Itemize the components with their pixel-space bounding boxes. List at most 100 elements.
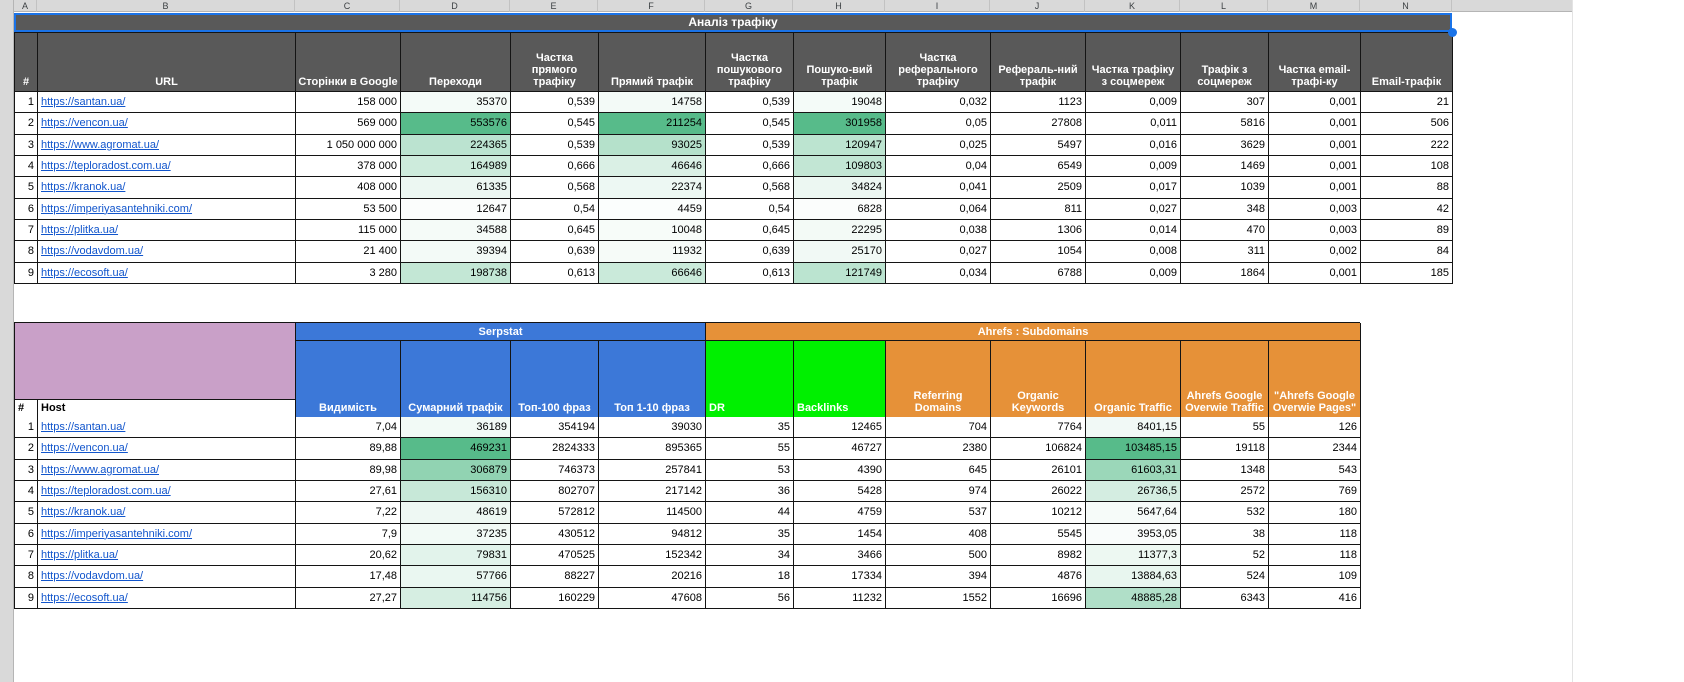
data-cell[interactable]: 160229: [511, 587, 599, 610]
data-cell[interactable]: 48885,28: [1086, 587, 1181, 610]
data-cell[interactable]: 27,27: [296, 587, 401, 610]
row-number-cell[interactable]: 9: [15, 587, 38, 610]
data-cell[interactable]: 0,027: [1086, 198, 1181, 221]
data-cell[interactable]: 1306: [991, 220, 1086, 242]
data-cell[interactable]: 19118: [1181, 438, 1269, 460]
data-cell[interactable]: 211254: [599, 113, 706, 135]
data-cell[interactable]: 37235: [401, 523, 511, 546]
data-cell[interactable]: 5647,64: [1086, 502, 1181, 524]
data-cell[interactable]: 18: [706, 566, 794, 588]
column-header[interactable]: Email-трафік: [1361, 33, 1453, 92]
data-cell[interactable]: 2344: [1269, 438, 1361, 460]
url-link[interactable]: https://kranok.ua/: [41, 181, 125, 193]
data-cell[interactable]: 39030: [599, 417, 706, 439]
data-cell[interactable]: 22374: [599, 177, 706, 199]
data-cell[interactable]: 3 280: [296, 262, 401, 285]
column-header[interactable]: Частка пошукового трафіку: [706, 33, 794, 92]
data-cell[interactable]: 2572: [1181, 481, 1269, 503]
data-cell[interactable]: 0,568: [706, 177, 794, 199]
data-cell[interactable]: 10048: [599, 220, 706, 242]
data-cell[interactable]: 378 000: [296, 156, 401, 178]
column-header[interactable]: Сумарний трафік: [401, 341, 511, 418]
data-cell[interactable]: 0,001: [1269, 92, 1361, 114]
data-cell[interactable]: 311: [1181, 241, 1269, 263]
row-number-cell[interactable]: 2: [15, 113, 38, 135]
data-cell[interactable]: 12465: [794, 417, 886, 439]
column-header[interactable]: Топ 1-10 фраз: [599, 341, 706, 418]
data-cell[interactable]: 0,05: [886, 113, 991, 135]
data-cell[interactable]: 57766: [401, 566, 511, 588]
data-cell[interactable]: 4390: [794, 459, 886, 482]
column-header[interactable]: Частка реферального трафіку: [886, 33, 991, 92]
data-cell[interactable]: 0,001: [1269, 262, 1361, 285]
data-cell[interactable]: 416: [1269, 587, 1361, 610]
data-cell[interactable]: 0,041: [886, 177, 991, 199]
column-header[interactable]: Прямий трафік: [599, 33, 706, 92]
data-cell[interactable]: 8982: [991, 545, 1086, 567]
url-link[interactable]: https://teploradost.com.ua/: [41, 485, 171, 497]
data-cell[interactable]: 704: [886, 417, 991, 439]
data-cell[interactable]: 895365: [599, 438, 706, 460]
data-cell[interactable]: 408 000: [296, 177, 401, 199]
data-cell[interactable]: 0,027: [886, 241, 991, 263]
row-number-cell[interactable]: 2: [15, 438, 38, 460]
data-cell[interactable]: 2824333: [511, 438, 599, 460]
data-cell[interactable]: 537: [886, 502, 991, 524]
data-cell[interactable]: 257841: [599, 459, 706, 482]
column-letter[interactable]: C: [295, 0, 400, 12]
data-cell[interactable]: 109803: [794, 156, 886, 178]
url-link[interactable]: https://www.agromat.ua/: [41, 139, 159, 151]
data-cell[interactable]: 27808: [991, 113, 1086, 135]
data-cell[interactable]: 408: [886, 523, 991, 546]
data-cell[interactable]: 118: [1269, 523, 1361, 546]
row-number-cell[interactable]: 4: [15, 156, 38, 178]
data-cell[interactable]: 0,001: [1269, 113, 1361, 135]
data-cell[interactable]: 1054: [991, 241, 1086, 263]
data-cell[interactable]: 0,017: [1086, 177, 1181, 199]
data-cell[interactable]: 569 000: [296, 113, 401, 135]
column-header[interactable]: Organic Keywords: [991, 341, 1086, 418]
row-number-cell[interactable]: 8: [15, 241, 38, 263]
data-cell[interactable]: 36189: [401, 417, 511, 439]
column-header[interactable]: Переходи: [401, 33, 511, 92]
column-letter[interactable]: I: [885, 0, 990, 12]
column-header[interactable]: Частка прямого трафіку: [511, 33, 599, 92]
row-number-cell[interactable]: 1: [15, 417, 38, 439]
url-link[interactable]: https://kranok.ua/: [41, 506, 125, 518]
data-cell[interactable]: 500: [886, 545, 991, 567]
row-number-cell[interactable]: 8: [15, 566, 38, 588]
url-link[interactable]: https://teploradost.com.ua/: [41, 160, 171, 172]
data-cell[interactable]: 61335: [401, 177, 511, 199]
data-cell[interactable]: 0,003: [1269, 220, 1361, 242]
data-cell[interactable]: 0,025: [886, 134, 991, 157]
data-cell[interactable]: 0,002: [1269, 241, 1361, 263]
data-cell[interactable]: 0,539: [706, 92, 794, 114]
data-cell[interactable]: 26101: [991, 459, 1086, 482]
data-cell[interactable]: 11232: [794, 587, 886, 610]
data-cell[interactable]: 66646: [599, 262, 706, 285]
url-link[interactable]: https://ecosoft.ua/: [41, 592, 128, 604]
data-cell[interactable]: 217142: [599, 481, 706, 503]
selection-handle[interactable]: [1448, 28, 1457, 37]
column-header[interactable]: "Ahrefs Google Overwie Pages": [1269, 341, 1361, 418]
data-cell[interactable]: 20216: [599, 566, 706, 588]
url-cell[interactable]: https://teploradost.com.ua/: [38, 481, 296, 503]
url-link[interactable]: https://plitka.ua/: [41, 549, 118, 561]
data-cell[interactable]: 0,645: [706, 220, 794, 242]
data-cell[interactable]: 21 400: [296, 241, 401, 263]
url-cell[interactable]: https://imperiyasantehniki.com/: [38, 198, 296, 221]
row-number-cell[interactable]: 3: [15, 459, 38, 482]
column-letter[interactable]: H: [793, 0, 885, 12]
url-cell[interactable]: https://plitka.ua/: [38, 220, 296, 242]
data-cell[interactable]: 1 050 000 000: [296, 134, 401, 157]
url-cell[interactable]: https://vencon.ua/: [38, 113, 296, 135]
data-cell[interactable]: 11932: [599, 241, 706, 263]
data-cell[interactable]: 0,666: [706, 156, 794, 178]
data-cell[interactable]: 470: [1181, 220, 1269, 242]
data-cell[interactable]: 0,001: [1269, 177, 1361, 199]
data-cell[interactable]: 6549: [991, 156, 1086, 178]
data-cell[interactable]: 802707: [511, 481, 599, 503]
data-cell[interactable]: 34824: [794, 177, 886, 199]
column-header[interactable]: Пошуко-вий трафік: [794, 33, 886, 92]
url-link[interactable]: https://ecosoft.ua/: [41, 267, 128, 279]
